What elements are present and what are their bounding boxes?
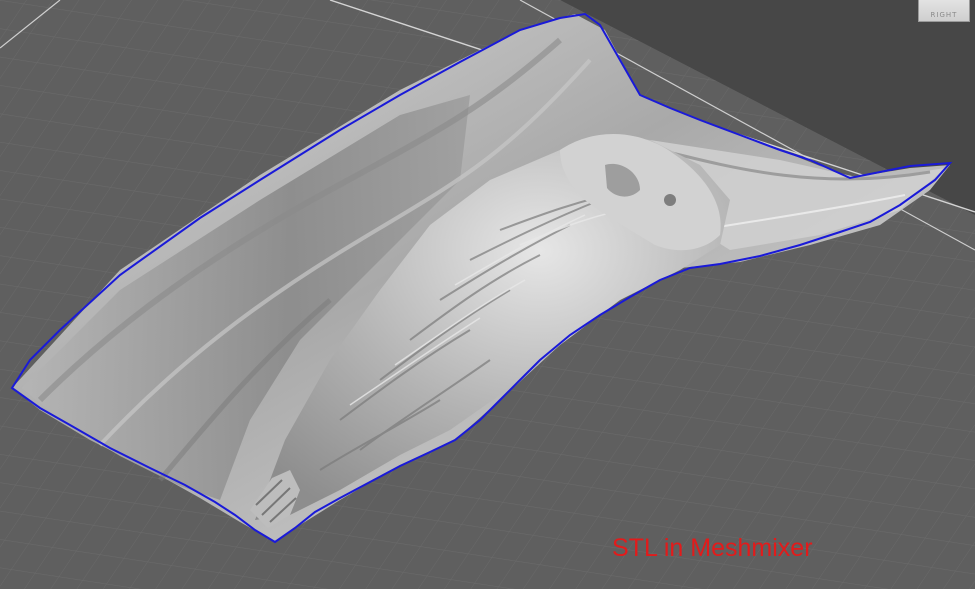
3d-viewport[interactable]: RIGHT STL in Meshmixer — [0, 0, 975, 589]
eagle-eye — [664, 194, 676, 206]
view-cube[interactable]: RIGHT — [918, 0, 970, 22]
view-cube-face-label: RIGHT — [930, 11, 958, 19]
caption-label: STL in Meshmixer — [612, 534, 813, 562]
viewport-canvas[interactable] — [0, 0, 975, 589]
